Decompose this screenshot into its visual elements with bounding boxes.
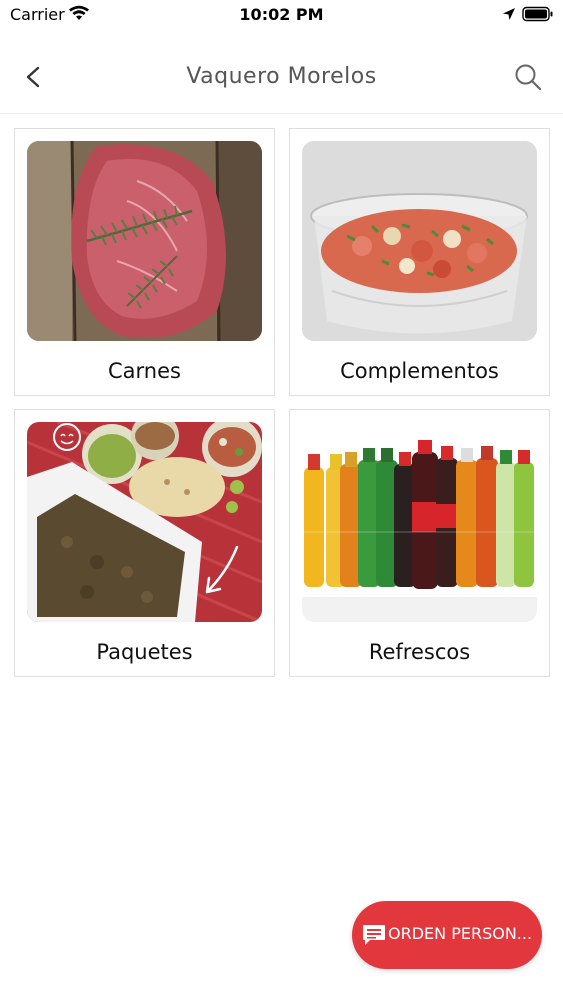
battery-icon [522,6,553,22]
clock: 10:02 PM [239,5,324,24]
category-label: Paquetes [96,640,193,664]
category-label: Refrescos [368,640,471,664]
page-title: Vaquero Morelos [186,64,377,89]
chat-icon [363,925,385,945]
search-icon[interactable] [513,62,543,92]
category-card-complementos[interactable]: Complementos [289,128,550,396]
nav-bar: Vaquero Morelos [0,44,563,114]
category-card-paquetes[interactable]: Paquetes [14,409,275,677]
category-card-carnes[interactable]: Carnes [14,128,275,396]
custom-order-label: ORDEN PERSON... [388,924,533,943]
category-card-refrescos[interactable]: Refrescos [289,409,550,677]
soft-drinks-image [302,422,537,622]
custom-order-button[interactable]: ORDEN PERSON... [352,901,542,969]
location-icon [503,8,515,20]
meat-steak-image [27,141,262,341]
status-bar: Carrier 10:02 PM [0,0,563,30]
tacos-package-image [27,422,262,622]
pico-de-gallo-image [302,141,537,341]
category-label: Complementos [340,359,499,383]
category-label: Carnes [108,359,181,383]
